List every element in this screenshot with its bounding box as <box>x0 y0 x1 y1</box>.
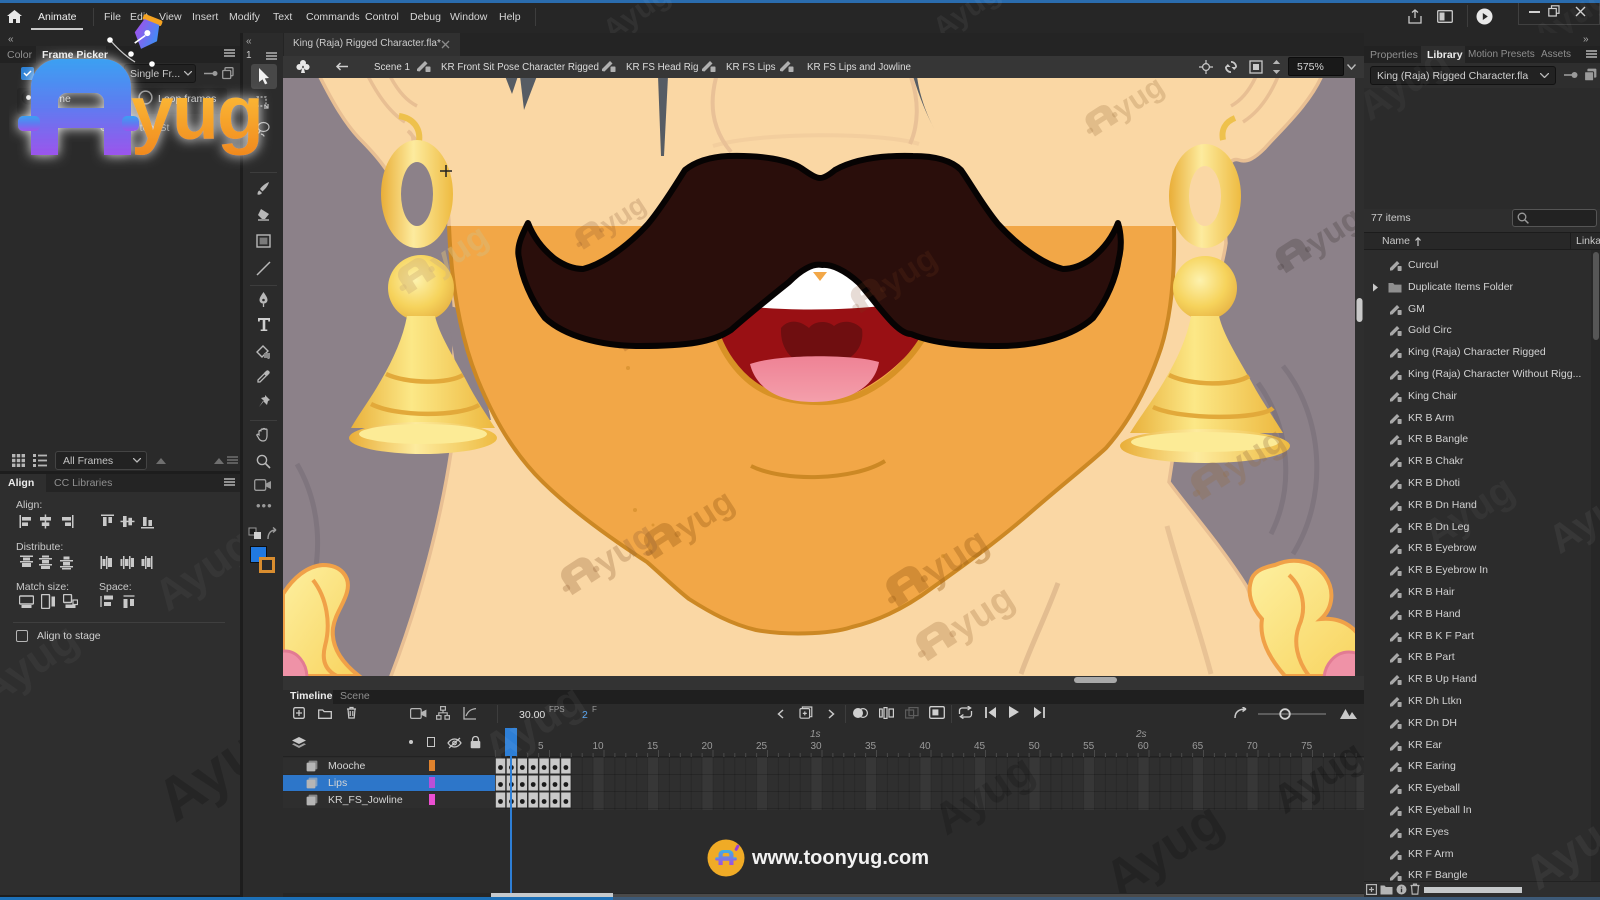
svg-text:yug: yug <box>131 70 262 156</box>
